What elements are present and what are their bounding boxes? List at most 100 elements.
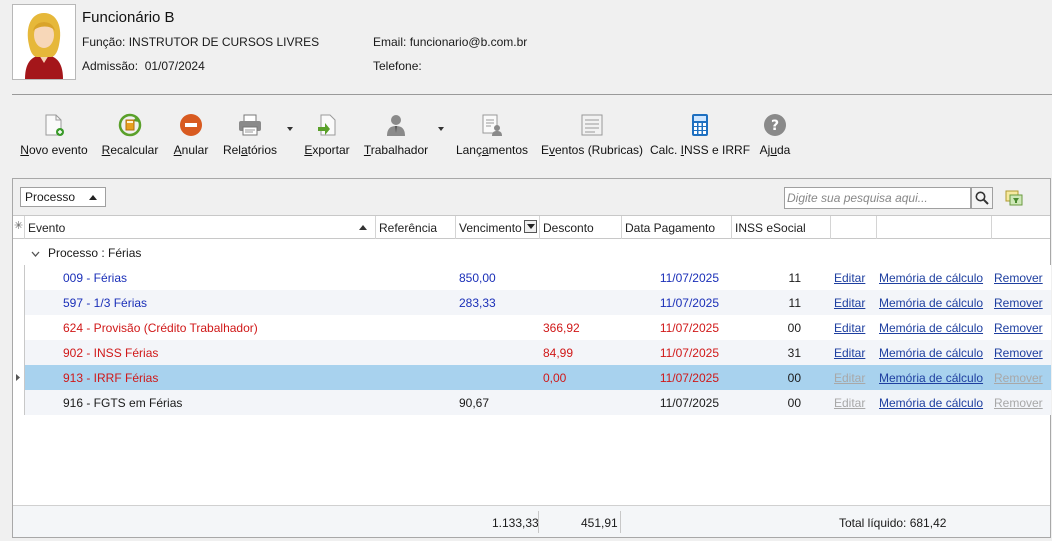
column-header-desconto[interactable]: Desconto <box>540 216 622 239</box>
group-by-combo[interactable]: Processo <box>20 187 106 207</box>
eventos-rubricas-button[interactable]: Eventos (Rubricas) <box>541 108 643 158</box>
column-header-inss-esocial-label: INSS eSocial <box>735 221 806 235</box>
row-selector[interactable] <box>13 340 25 365</box>
chevron-down-icon[interactable] <box>31 247 40 261</box>
group-label: Processo : Férias <box>48 246 142 260</box>
anular-label: Anular <box>173 143 209 157</box>
relatorios-button[interactable]: Relatórios <box>222 108 278 158</box>
header-divider <box>12 94 1052 95</box>
admissao-field: Admissão: 01/07/2024 <box>82 59 205 73</box>
column-header-row: ✳ Evento Referência Vencimento Desconto … <box>13 215 1050 239</box>
row-selector[interactable] <box>13 315 25 340</box>
remover-link[interactable]: Remover <box>994 371 1043 385</box>
editar-link[interactable]: Editar <box>834 371 865 385</box>
row-indicator-header[interactable]: ✳ <box>13 216 25 239</box>
recalculate-icon <box>117 112 143 138</box>
search-button[interactable] <box>971 187 993 209</box>
new-document-icon <box>41 112 67 138</box>
memoria-de-calculo-link[interactable]: Memória de cálculo <box>879 271 983 285</box>
novo-evento-button[interactable]: Novo evento <box>19 108 89 158</box>
calc-inss-irrf-button[interactable]: Calc. INSS e IRRF <box>650 108 750 158</box>
ajuda-button[interactable]: ? Ajuda <box>758 108 792 158</box>
editar-link[interactable]: Editar <box>834 396 865 410</box>
group-row-processo[interactable]: Processo : Férias <box>13 240 1050 265</box>
editar-link[interactable]: Editar <box>834 346 865 360</box>
trabalhador-label: Trabalhador <box>363 143 429 157</box>
cell-data-pagamento: 11/07/2025 <box>659 321 719 335</box>
memoria-de-calculo-link[interactable]: Memória de cálculo <box>879 371 983 385</box>
calculator-icon <box>687 112 713 138</box>
table-row[interactable]: 597 - 1/3 Férias 283,33 11/07/2025 11 Editar… <box>25 290 1051 315</box>
table-row[interactable]: 916 - FGTS em Férias 90,67 11/07/2025 00 Edi… <box>25 390 1051 415</box>
memoria-de-calculo-link[interactable]: Memória de cálculo <box>879 321 983 335</box>
female-user-icon <box>25 13 63 79</box>
row-selector[interactable] <box>13 390 25 415</box>
lancamentos-button[interactable]: Lançamentos <box>455 108 529 158</box>
cell-inss-esocial: 11 <box>788 271 801 285</box>
exportar-button[interactable]: Exportar <box>303 108 351 158</box>
trabalhador-dropdown-arrow[interactable] <box>438 127 444 131</box>
column-header-vencimento-label: Vencimento <box>459 221 522 235</box>
cell-evento: 902 - INSS Férias <box>63 346 159 360</box>
table-row[interactable]: 009 - Férias 850,00 11/07/2025 11 Editar Memó… <box>25 265 1051 290</box>
search-input[interactable]: Digite sua pesquisa aqui... <box>784 187 971 209</box>
filter-bar: Processo Digite sua pesquisa aqui... <box>13 179 1050 215</box>
row-selector[interactable] <box>13 290 25 315</box>
advanced-filter-button[interactable] <box>1001 187 1027 209</box>
telefone-label: Telefone: <box>373 59 422 73</box>
anular-button[interactable]: Anular <box>171 108 211 158</box>
cell-inss-esocial: 00 <box>787 321 801 335</box>
column-header-referencia[interactable]: Referência <box>376 216 456 239</box>
memoria-de-calculo-link[interactable]: Memória de cálculo <box>879 396 983 410</box>
column-header-data-pagamento[interactable]: Data Pagamento <box>622 216 732 239</box>
memoria-de-calculo-link[interactable]: Memória de cálculo <box>879 296 983 310</box>
table-row[interactable]: 902 - INSS Férias 84,99 11/07/2025 31 Editar… <box>25 340 1051 365</box>
editar-link[interactable]: Editar <box>834 296 865 310</box>
cell-data-pagamento: 11/07/2025 <box>659 296 719 310</box>
total-liquido: Total líquido: 681,42 <box>839 516 947 530</box>
column-header-remover <box>992 216 1051 239</box>
cell-inss-esocial: 31 <box>787 346 801 360</box>
group-by-value: Processo <box>25 190 76 204</box>
email-field: Email: funcionario@b.com.br <box>373 35 527 49</box>
column-header-vencimento[interactable]: Vencimento <box>456 216 540 239</box>
table-row[interactable]: 913 - IRRF Férias 0,00 11/07/2025 00 Editar M… <box>25 365 1051 390</box>
row-selector[interactable] <box>13 265 25 290</box>
editar-link[interactable]: Editar <box>834 321 865 335</box>
cell-evento: 913 - IRRF Férias <box>63 371 159 385</box>
editar-link[interactable]: Editar <box>834 271 865 285</box>
remover-link[interactable]: Remover <box>994 296 1043 310</box>
search-icon <box>975 191 989 205</box>
relatorios-dropdown-arrow[interactable] <box>287 127 293 131</box>
column-header-evento[interactable]: Evento <box>25 216 376 239</box>
events-grid-panel: Processo Digite sua pesquisa aqui... ✳ E… <box>12 178 1051 538</box>
remover-link[interactable]: Remover <box>994 271 1043 285</box>
remover-link[interactable]: Remover <box>994 321 1043 335</box>
trabalhador-button[interactable]: Trabalhador <box>364 108 428 158</box>
column-header-evento-label: Evento <box>28 221 66 235</box>
cell-vencimento: 850,00 <box>459 271 496 285</box>
footer-divider <box>620 511 621 533</box>
cell-data-pagamento: 11/07/2025 <box>659 396 719 410</box>
totals-footer: 1.133,33 451,91 Total líquido: 681,42 <box>13 505 1050 537</box>
admissao-label: Admissão: <box>82 59 139 73</box>
row-selector[interactable] <box>13 365 25 390</box>
novo-evento-label: Novo evento <box>20 143 88 157</box>
cell-data-pagamento: 11/07/2025 <box>659 346 719 360</box>
cell-data-pagamento: 11/07/2025 <box>659 371 719 385</box>
table-row[interactable]: 624 - Provisão (Crédito Trabalhador) 366,… <box>25 315 1051 340</box>
recalcular-button[interactable]: Recalcular <box>102 108 158 158</box>
column-header-inss-esocial[interactable]: INSS eSocial <box>732 216 831 239</box>
funcao-field: Função: INSTRUTOR DE CURSOS LIVRES <box>82 35 319 49</box>
email-value: funcionario@b.com.br <box>409 35 528 49</box>
remover-link[interactable]: Remover <box>994 346 1043 360</box>
memoria-de-calculo-link[interactable]: Memória de cálculo <box>879 346 983 360</box>
column-filter-icon[interactable] <box>524 220 537 233</box>
caret-up-icon <box>89 195 97 200</box>
lancamentos-label: Lançamentos <box>455 143 529 157</box>
footer-divider <box>538 511 539 533</box>
worker-icon <box>383 112 409 138</box>
cell-evento: 597 - 1/3 Férias <box>63 296 148 310</box>
export-icon <box>314 112 340 138</box>
remover-link[interactable]: Remover <box>994 396 1043 410</box>
